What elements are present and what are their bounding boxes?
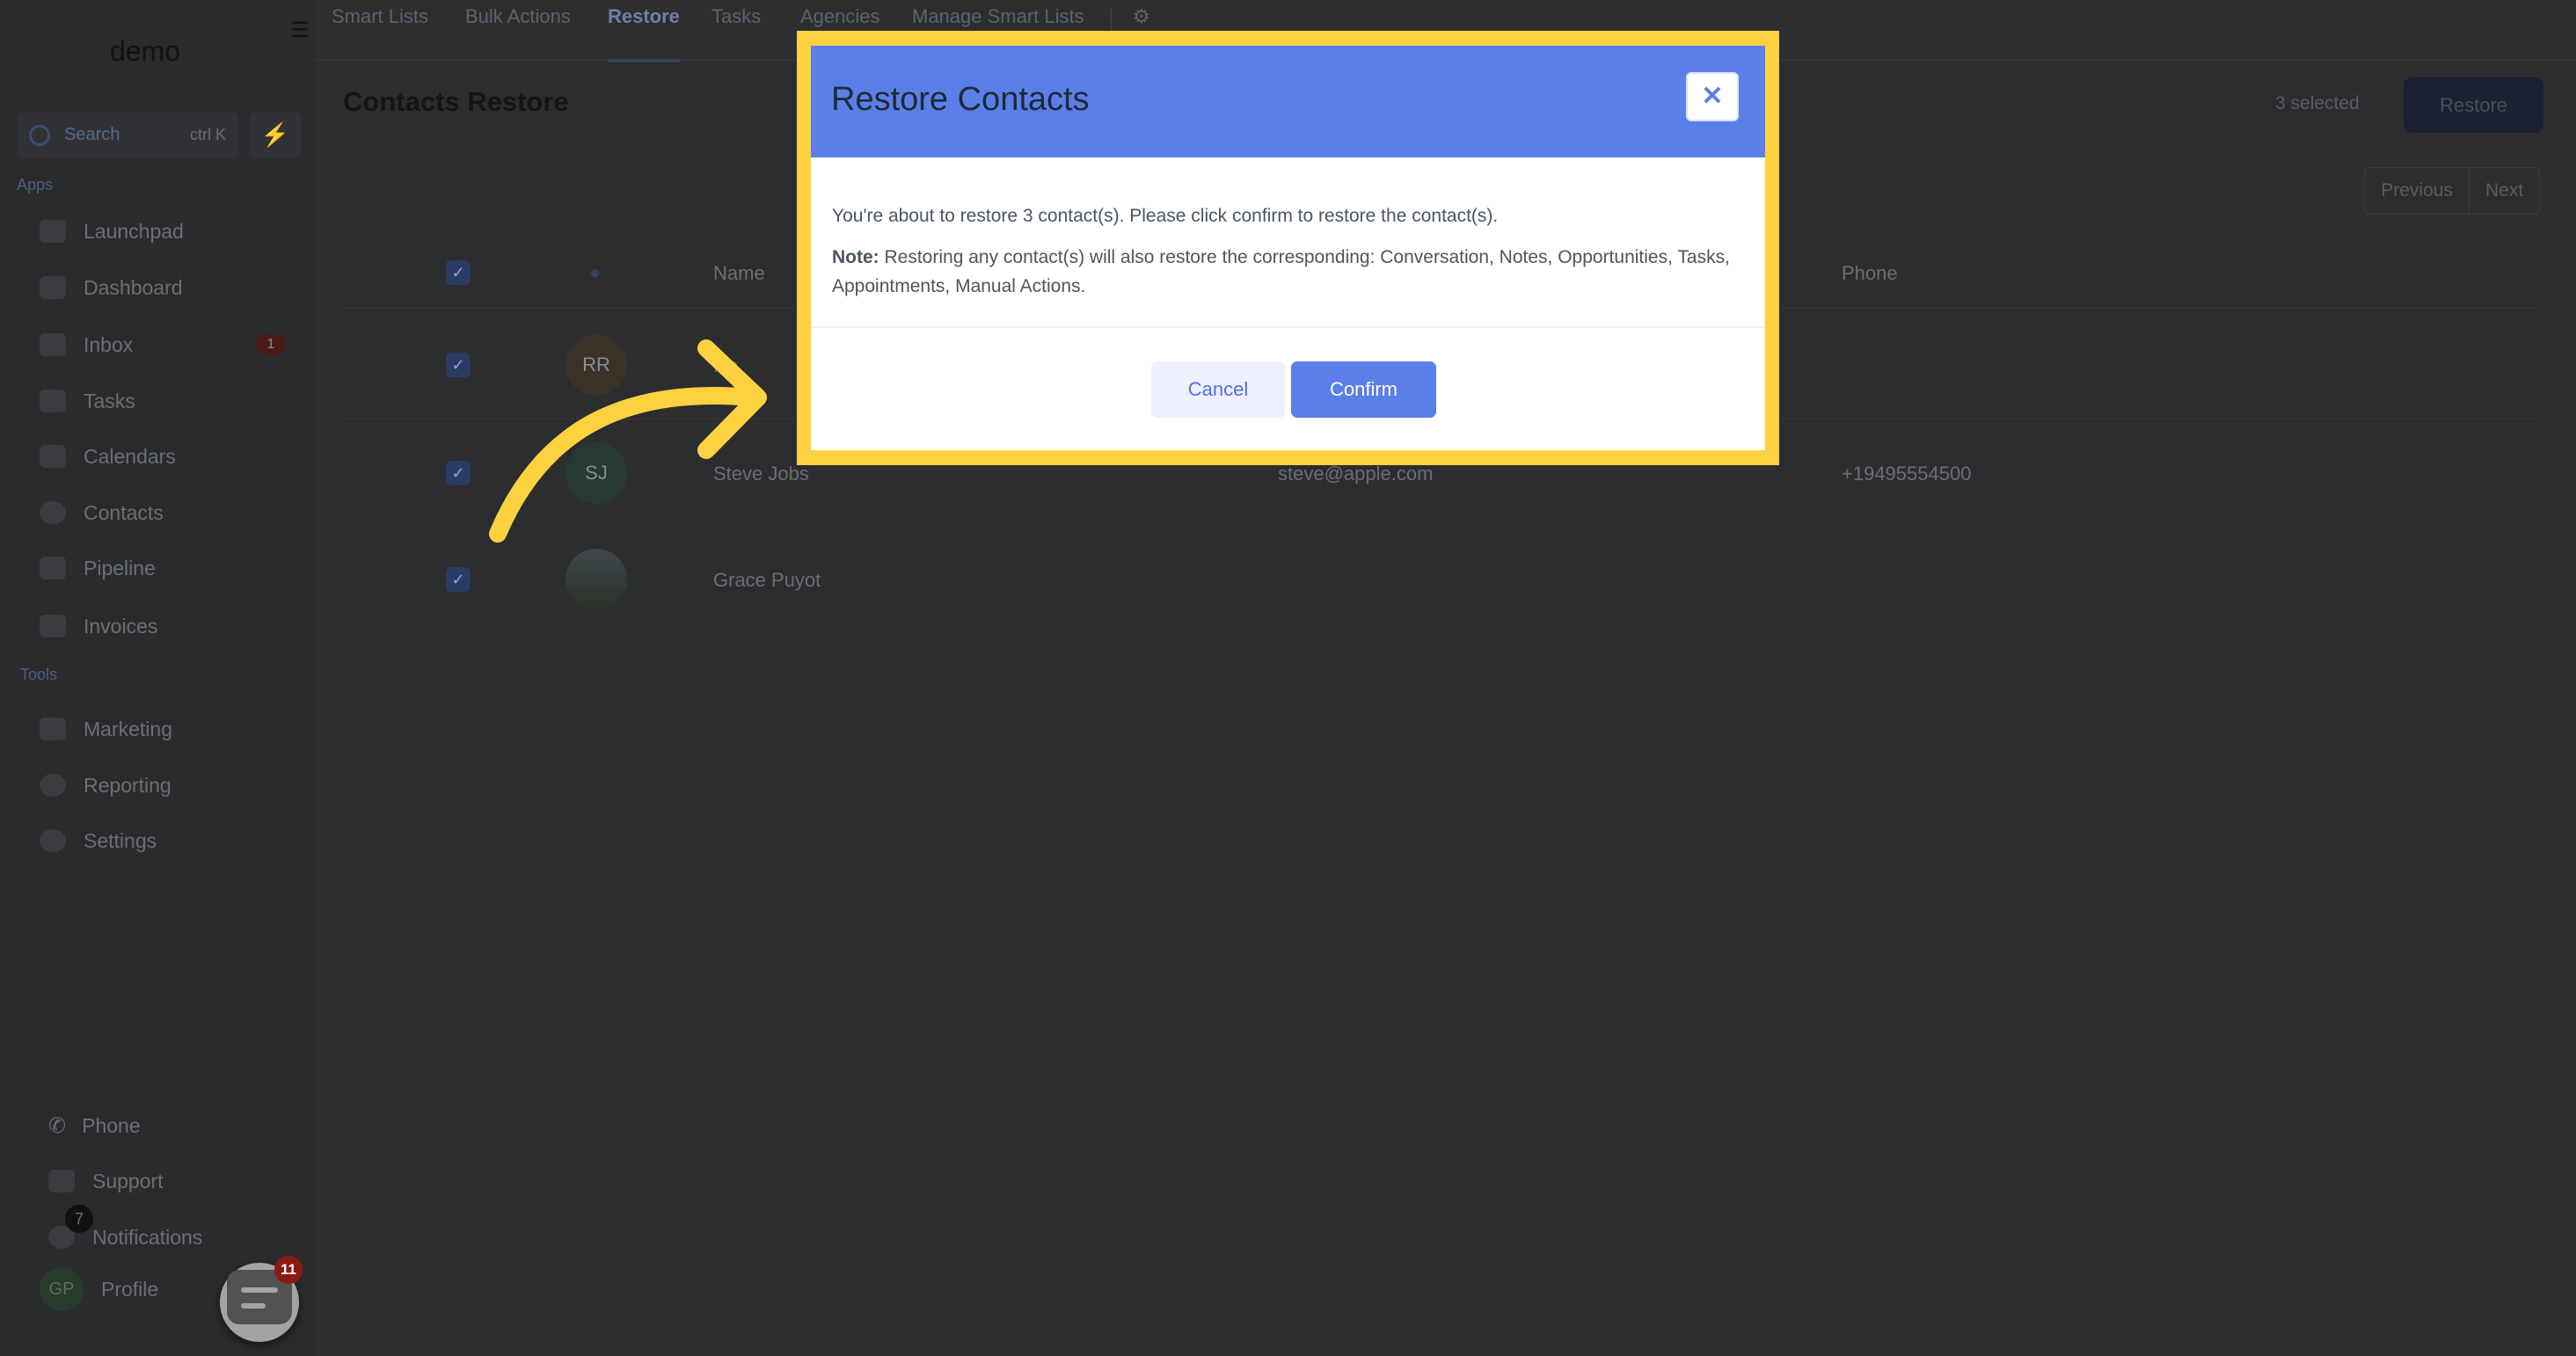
modal-header: Restore Contacts ✕ (811, 46, 1765, 157)
tab-agencies[interactable]: Agencies (800, 5, 880, 28)
contact-email: steve@apple.com (1278, 463, 1434, 485)
logo: demo (110, 35, 181, 67)
calendar-icon (40, 445, 66, 468)
contact-name[interactable]: Re (713, 354, 738, 377)
megaphone-icon (40, 718, 66, 740)
sidebar-item-label: Reporting (84, 773, 171, 797)
sidebar-item-label: Marketing (84, 717, 172, 740)
row-checkbox[interactable]: ✓ (446, 461, 471, 485)
sidebar-item-label: Dashboard (84, 275, 183, 299)
phone-icon: ✆ (48, 1113, 67, 1138)
sidebar-item-label: Support (92, 1169, 164, 1192)
contacts-icon (40, 501, 66, 524)
row-divider (343, 528, 2541, 529)
sidebar-item-label: Contacts (84, 500, 164, 524)
contact-name[interactable]: Grace Puyot (713, 569, 821, 592)
restore-contacts-modal: Restore Contacts ✕ You're about to resto… (811, 46, 1765, 450)
note-label: Note: (832, 247, 879, 267)
sidebar-item-label: Tasks (84, 389, 135, 412)
inbox-badge: 1 (256, 334, 286, 355)
modal-title: Restore Contacts (831, 81, 1090, 118)
modal-divider (811, 326, 1765, 328)
sidebar-item-settings[interactable]: Settings (40, 821, 286, 860)
pagination: Previous Next (2364, 167, 2540, 215)
tab-smart-lists[interactable]: Smart Lists (332, 5, 428, 28)
avatar: RR (566, 334, 627, 396)
search-input[interactable]: Search ctrl K (17, 112, 238, 158)
launchpad-icon (40, 220, 66, 243)
chat-widget-button[interactable]: 11 (220, 1256, 303, 1342)
sidebar-item-label: Settings (84, 828, 157, 852)
column-header-phone: Phone (1842, 262, 1898, 284)
select-all-checkbox[interactable]: ✓ (446, 260, 471, 285)
sidebar-item-pipeline[interactable]: Pipeline (40, 549, 286, 587)
sidebar-item-support[interactable]: Support (48, 1162, 295, 1200)
invoices-icon (40, 615, 66, 638)
profile-avatar: GP (40, 1267, 84, 1311)
sidebar-item-inbox[interactable]: Inbox 1 (40, 325, 286, 364)
sidebar-item-marketing[interactable]: Marketing (40, 710, 286, 748)
sidebar-item-label: Launchpad (84, 219, 184, 243)
tasks-icon (40, 390, 66, 412)
search-shortcut: ctrl K (189, 126, 226, 143)
menu-toggle-icon[interactable]: ☰ (290, 18, 310, 43)
avatar: SJ (566, 442, 627, 504)
pie-chart-icon (40, 774, 66, 797)
sidebar-item-tasks[interactable]: Tasks (40, 382, 286, 420)
sidebar-item-label: Phone (82, 1113, 141, 1137)
selected-count: 3 selected (2275, 93, 2360, 113)
row-checkbox[interactable]: ✓ (446, 353, 471, 377)
sidebar-item-label: Notifications (92, 1225, 203, 1249)
sidebar-item-calendars[interactable]: Calendars (40, 437, 286, 476)
sidebar-item-dashboard[interactable]: Dashboard (40, 268, 286, 307)
cancel-button[interactable]: Cancel (1151, 361, 1285, 418)
sidebar-item-label: Invoices (84, 614, 158, 638)
note-text: Restoring any contact(s) will also resto… (832, 247, 1730, 296)
sidebar-item-label: Calendars (84, 444, 176, 468)
sidebar-item-label: Inbox (84, 332, 134, 356)
previous-button[interactable]: Previous (2365, 168, 2470, 214)
apps-heading: Apps (17, 176, 54, 193)
close-icon[interactable]: ✕ (1686, 72, 1739, 121)
search-icon (29, 124, 50, 146)
tab-manage-smart-lists[interactable]: Manage Smart Lists (912, 5, 1084, 28)
sidebar-item-launchpad[interactable]: Launchpad (40, 212, 286, 251)
pipeline-icon (40, 557, 66, 580)
support-chat-icon (48, 1170, 75, 1192)
page-title: Contacts Restore (343, 86, 569, 117)
column-header-name: Name (713, 262, 765, 284)
sidebar: demo Search ctrl K ⚡ Apps Launchpad Dash… (0, 0, 315, 1356)
sidebar-item-label: Profile (101, 1277, 159, 1301)
notifications-badge: 7 (65, 1205, 93, 1233)
sidebar-item-label: Pipeline (84, 556, 156, 580)
avatar-column-icon: ● (589, 261, 602, 283)
sidebar-item-invoices[interactable]: Invoices (40, 607, 286, 645)
avatar-photo (566, 549, 627, 610)
sidebar-item-reporting[interactable]: Reporting (40, 766, 286, 805)
tab-tasks[interactable]: Tasks (712, 5, 761, 28)
quick-action-lightning-icon[interactable]: ⚡ (250, 112, 301, 158)
tab-restore[interactable]: Restore (608, 5, 680, 62)
next-button[interactable]: Next (2470, 168, 2539, 214)
sidebar-item-phone[interactable]: ✆ Phone (48, 1106, 295, 1145)
contact-phone: +19495554500 (1842, 463, 1972, 485)
search-placeholder: Search (64, 125, 120, 144)
dashboard-icon (40, 276, 66, 299)
gear-icon (40, 829, 66, 852)
chat-badge: 11 (274, 1256, 303, 1284)
modal-note: Note: Restoring any contact(s) will also… (832, 243, 1747, 301)
inbox-icon (40, 333, 66, 356)
sidebar-item-contacts[interactable]: Contacts (40, 493, 286, 532)
modal-message: You're about to restore 3 contact(s). Pl… (832, 206, 1499, 226)
settings-gear-icon[interactable]: ⚙ (1133, 5, 1150, 28)
tools-heading: Tools (20, 666, 58, 683)
confirm-button[interactable]: Confirm (1291, 361, 1436, 418)
restore-button[interactable]: Restore (2404, 77, 2543, 133)
contact-name[interactable]: Steve Jobs (713, 463, 809, 485)
tab-bulk-actions[interactable]: Bulk Actions (465, 5, 571, 28)
row-checkbox[interactable]: ✓ (446, 567, 471, 592)
